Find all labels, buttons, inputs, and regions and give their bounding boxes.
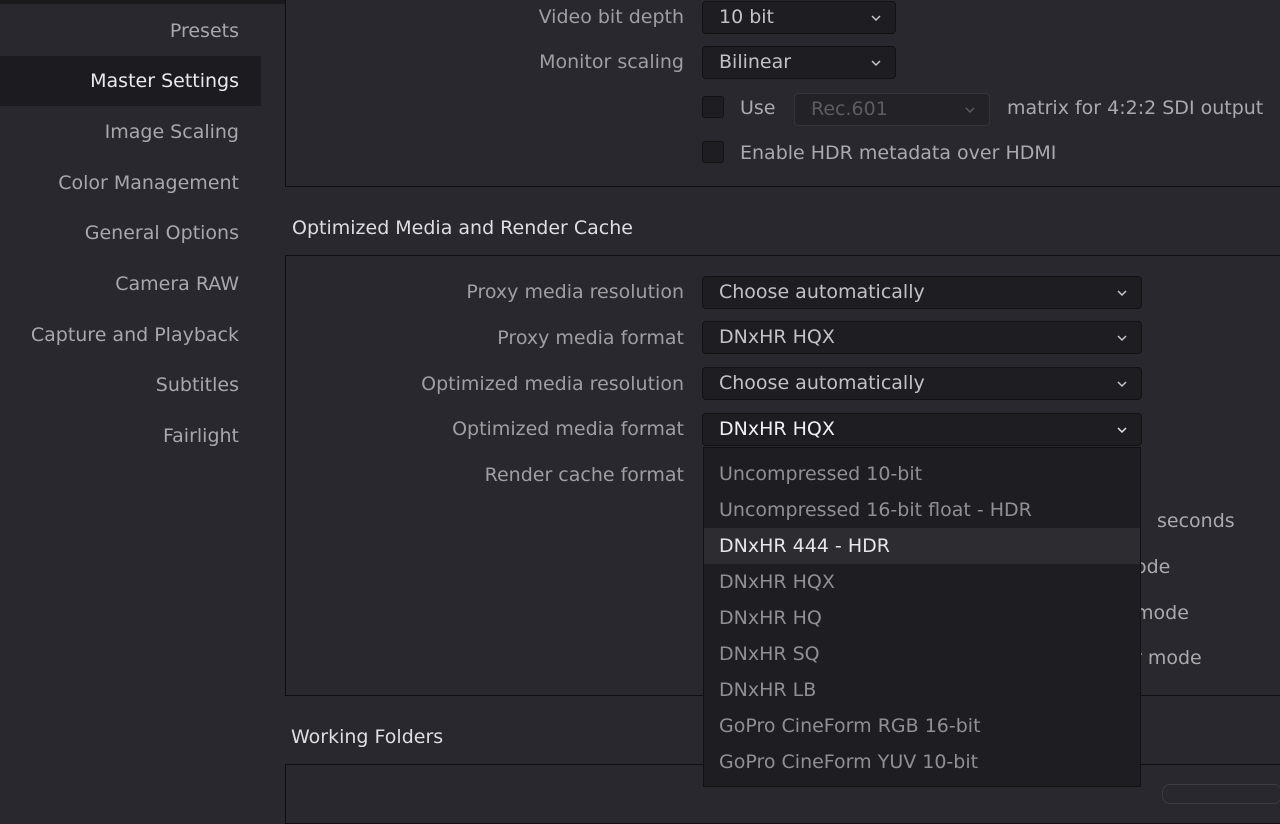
proxy-format-dropdown[interactable]: DNxHR HQX [702,321,1142,354]
menu-option-uncompressed-10-bit[interactable]: Uncompressed 10-bit [704,456,1140,492]
proxy-resolution-dropdown[interactable]: Choose automatically [702,276,1142,309]
sidebar-item-general-options[interactable]: General Options [0,208,261,258]
optimized-resolution-value: Choose automatically [719,372,925,394]
sdi-matrix-value: Rec.601 [811,98,888,120]
monitor-scaling-label: Monitor scaling [539,51,684,73]
proxy-resolution-label: Proxy media resolution [466,281,684,303]
menu-option-dnxhr-hqx[interactable]: DNxHR HQX [704,564,1140,600]
chevron-down-icon [1117,427,1127,434]
menu-option-gopro-cineform-rgb[interactable]: GoPro CineForm RGB 16-bit [704,708,1140,744]
sidebar-item-camera-raw[interactable]: Camera RAW [0,259,261,309]
proxy-resolution-value: Choose automatically [719,281,925,303]
menu-option-gopro-cineform-yuv[interactable]: GoPro CineForm YUV 10-bit [704,744,1140,780]
settings-sidebar: Presets Master Settings Image Scaling Co… [0,4,261,791]
sdi-matrix-dropdown[interactable]: Rec.601 [794,93,990,126]
seconds-label: seconds [1157,510,1235,532]
optimized-format-dropdown[interactable]: DNxHR HQX [702,413,1142,446]
optimized-media-section-title: Optimized Media and Render Cache [292,217,633,239]
monitor-scaling-value: Bilinear [719,51,792,73]
sidebar-item-capture-and-playback[interactable]: Capture and Playback [0,310,261,360]
mode-label-3: r mode [1134,647,1202,669]
sidebar-item-presets[interactable]: Presets [0,6,261,56]
chevron-down-icon [965,107,975,114]
optimized-format-label: Optimized media format [452,418,684,440]
sidebar-item-subtitles[interactable]: Subtitles [0,360,261,410]
chevron-down-icon [871,15,881,22]
optimized-resolution-dropdown[interactable]: Choose automatically [702,367,1142,400]
chevron-down-icon [1117,335,1127,342]
monitor-scaling-dropdown[interactable]: Bilinear [702,46,896,79]
sdi-matrix-suffix-label: matrix for 4:2:2 SDI output [1007,97,1264,119]
use-matrix-label: Use [740,97,776,119]
chevron-down-icon [871,60,881,67]
browse-button[interactable] [1162,784,1280,804]
sidebar-item-image-scaling[interactable]: Image Scaling [0,107,261,157]
working-folders-section-title: Working Folders [291,726,444,748]
chevron-down-icon [1117,381,1127,388]
chevron-down-icon [1117,290,1127,297]
video-bit-depth-label: Video bit depth [538,6,684,28]
optimized-format-value: DNxHR HQX [719,418,835,440]
menu-option-dnxhr-444-hdr[interactable]: DNxHR 444 - HDR [704,528,1140,564]
hdr-metadata-label: Enable HDR metadata over HDMI [740,142,1057,164]
sidebar-item-color-management[interactable]: Color Management [0,158,261,208]
proxy-format-label: Proxy media format [497,327,684,349]
use-matrix-checkbox[interactable] [702,96,724,118]
optimized-resolution-label: Optimized media resolution [421,373,684,395]
hdr-metadata-checkbox[interactable] [702,141,724,163]
menu-option-dnxhr-lb[interactable]: DNxHR LB [704,672,1140,708]
render-cache-format-label: Render cache format [484,464,684,486]
sidebar-item-fairlight[interactable]: Fairlight [0,411,261,461]
video-bit-depth-value: 10 bit [719,6,775,28]
menu-option-uncompressed-16-bit-float[interactable]: Uncompressed 16-bit float - HDR [704,492,1140,528]
video-bit-depth-dropdown[interactable]: 10 bit [702,1,896,34]
menu-option-dnxhr-sq[interactable]: DNxHR SQ [704,636,1140,672]
menu-option-dnxhr-hq[interactable]: DNxHR HQ [704,600,1140,636]
sidebar-item-master-settings[interactable]: Master Settings [0,56,261,106]
proxy-format-value: DNxHR HQX [719,326,835,348]
optimized-format-menu: Uncompressed 10-bit Uncompressed 16-bit … [703,447,1141,787]
mode-label-2: mode [1135,602,1189,624]
